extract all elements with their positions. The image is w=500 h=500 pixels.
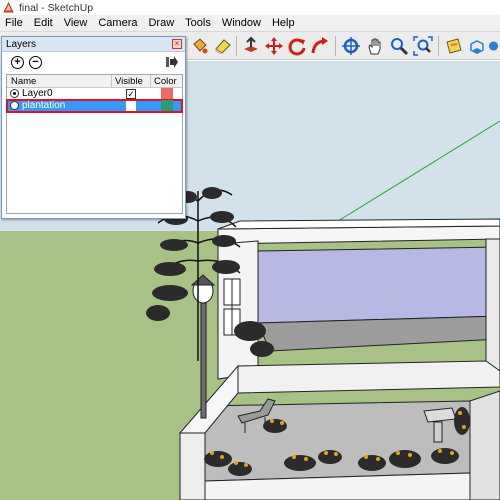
layer-color-swatch[interactable]: [161, 88, 173, 99]
layers-panel-title: Layers: [6, 38, 37, 50]
layer-row-plantation[interactable]: plantation: [6, 99, 183, 113]
layers-panel-header: Layers ×: [2, 37, 185, 52]
layer-name: plantation: [22, 100, 66, 111]
pan-hand-icon[interactable]: [364, 35, 386, 57]
layer-visible-checkbox[interactable]: [126, 101, 136, 111]
details-arrow-icon[interactable]: [165, 55, 179, 69]
layer-row-layer0[interactable]: Layer0 ✓: [7, 88, 182, 100]
zoom-icon[interactable]: [388, 35, 410, 57]
eraser-icon[interactable]: [212, 35, 234, 57]
menu-edit[interactable]: Edit: [29, 17, 59, 29]
toolbar-separator: [236, 36, 237, 56]
menu-camera[interactable]: Camera: [93, 17, 143, 29]
active-layer-radio[interactable]: [10, 89, 19, 98]
layer-name: Layer0: [22, 88, 53, 99]
orbit-icon[interactable]: [340, 35, 362, 57]
look-around-icon[interactable]: [487, 35, 500, 57]
toolbar-separator: [335, 36, 336, 56]
walk-icon[interactable]: [466, 35, 488, 57]
menu-window[interactable]: Window: [217, 17, 267, 29]
close-icon[interactable]: ×: [172, 39, 182, 49]
menu-help[interactable]: Help: [267, 17, 301, 29]
column-visible[interactable]: Visible: [115, 76, 143, 87]
menu-bar: File Edit View Camera Draw Tools Window …: [0, 15, 500, 32]
active-layer-radio[interactable]: [10, 101, 19, 110]
menu-tools[interactable]: Tools: [180, 17, 217, 29]
layers-panel: Layers × + − Name Visible Color Layer0 ✓…: [1, 36, 186, 219]
layer-visible-checkbox[interactable]: ✓: [126, 89, 136, 99]
menu-draw[interactable]: Draw: [143, 17, 180, 29]
layers-column-header: Name Visible Color: [7, 75, 182, 88]
push-pull-icon[interactable]: [240, 35, 262, 57]
zoom-extents-icon[interactable]: [412, 35, 434, 57]
add-layer-icon[interactable]: +: [11, 56, 24, 69]
column-color[interactable]: Color: [154, 76, 177, 87]
menu-view[interactable]: View: [59, 17, 94, 29]
sketchup-icon: [3, 2, 14, 13]
menu-file[interactable]: File: [0, 17, 29, 29]
column-name[interactable]: Name: [11, 76, 36, 87]
delete-layer-icon[interactable]: −: [29, 56, 42, 69]
layer-color-swatch[interactable]: [161, 100, 173, 111]
move-icon[interactable]: [263, 35, 285, 57]
title-bar: final - SketchUp: [0, 0, 500, 15]
layers-table: Name Visible Color Layer0 ✓ plantation: [6, 74, 183, 214]
paint-bucket-icon[interactable]: [189, 35, 211, 57]
toolbar-separator: [438, 36, 439, 56]
column-divider[interactable]: [150, 75, 151, 88]
section-plane-icon[interactable]: [443, 35, 465, 57]
follow-me-icon[interactable]: [309, 35, 331, 57]
window-title: final - SketchUp: [19, 1, 94, 14]
column-divider[interactable]: [111, 75, 112, 88]
rotate-icon[interactable]: [286, 35, 308, 57]
layers-toolbar: + −: [2, 52, 185, 72]
